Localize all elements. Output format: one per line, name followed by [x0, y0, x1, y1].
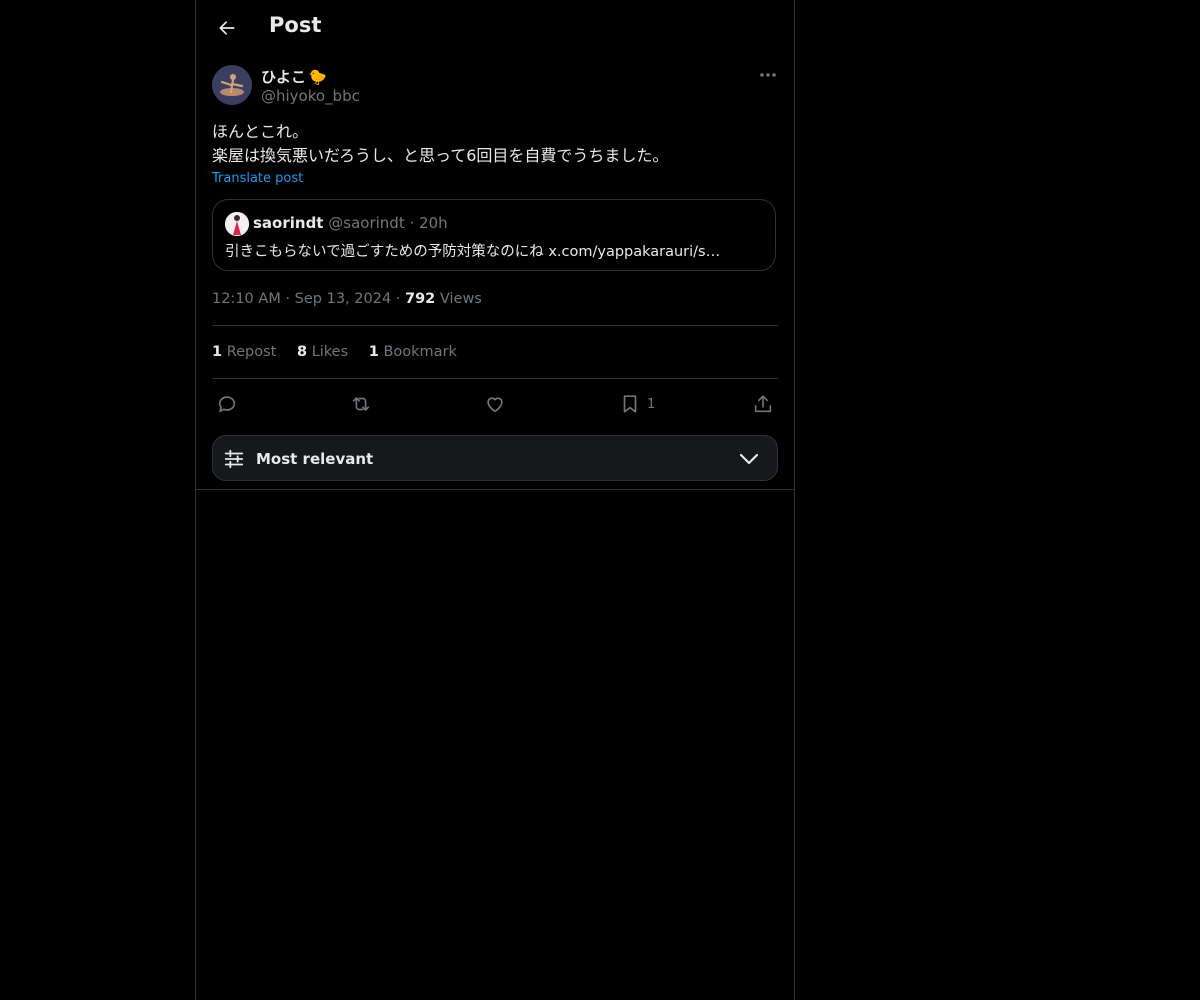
quote-avatar — [225, 212, 249, 236]
chevron-down-icon — [739, 453, 759, 465]
reposts-label: Repost — [226, 344, 277, 360]
bookmark-icon — [623, 395, 637, 413]
arrow-left-icon — [219, 21, 235, 35]
page-title: Post — [269, 13, 322, 37]
bookmark-count: 1 — [647, 396, 656, 412]
reply-sort-dropdown[interactable]: Most relevant — [212, 435, 778, 481]
post-text: ほんとこれ。 楽屋は換気悪いだろうし、と思って6回目を自費でうちました。 — [212, 120, 772, 168]
likes-stat[interactable]: 8 Likes — [297, 344, 348, 360]
quoted-post[interactable]: saorindt @saorindt · 20h 引きこもらないで過ごすための予… — [212, 199, 776, 271]
repost-button[interactable] — [350, 391, 372, 417]
reposts-count: 1 — [212, 344, 223, 360]
sort-label: Most relevant — [256, 450, 374, 468]
divider — [212, 378, 778, 379]
divider — [212, 325, 778, 326]
likes-label: Likes — [311, 344, 349, 360]
reposts-stat[interactable]: 1 Repost — [212, 344, 276, 360]
more-horizontal-icon — [760, 73, 776, 77]
engagement-stats: 1 Repost 8 Likes 1 Bookmark — [212, 344, 473, 360]
bookmarks-stat[interactable]: 1 Bookmark — [369, 344, 457, 360]
avatar-image — [212, 65, 252, 105]
quote-avatar-image — [225, 212, 249, 236]
heart-icon — [487, 397, 503, 413]
quote-text: 引きこもらないで過ごすための予防対策なのにね x.com/yappakaraur… — [225, 244, 721, 260]
author-name-text: ひよこ — [261, 68, 307, 86]
repost-icon — [352, 397, 370, 411]
post-column: Post ひよこ 🐤 @hiyoko_bbc ほんとこれ。 楽屋は換気悪いだろうし… — [195, 0, 795, 1000]
views-label: Views — [439, 291, 482, 307]
bookmarks-count: 1 — [368, 344, 379, 360]
meta-separator: · — [285, 291, 291, 307]
like-button[interactable] — [484, 391, 506, 417]
more-button[interactable] — [757, 64, 779, 86]
bookmarks-label: Bookmark — [383, 344, 457, 360]
divider — [196, 489, 794, 490]
reply-icon — [218, 396, 236, 413]
author-name[interactable]: ひよこ 🐤 — [261, 66, 327, 87]
post-meta: 12:10 AM · Sep 13, 2024 · 792 Views — [212, 291, 482, 307]
quote-header: saorindt @saorindt · 20h — [253, 214, 448, 232]
author-handle[interactable]: @hiyoko_bbc — [261, 87, 360, 105]
avatar[interactable] — [212, 65, 252, 105]
bookmark-button[interactable]: 1 — [619, 391, 655, 417]
quote-age: 20h — [419, 214, 448, 232]
header-bar: Post — [196, 0, 794, 53]
post-date[interactable]: Sep 13, 2024 — [295, 291, 392, 307]
sliders-icon — [224, 449, 244, 469]
quote-author-handle: @saorindt — [328, 214, 405, 232]
back-button[interactable] — [210, 11, 244, 45]
translate-post-link[interactable]: Translate post — [212, 171, 303, 186]
share-icon — [754, 395, 772, 413]
views-count: 792 — [405, 291, 436, 307]
share-button[interactable] — [752, 391, 774, 417]
likes-count: 8 — [296, 344, 308, 360]
post-text-line: ほんとこれ。 — [212, 122, 309, 141]
post-text-line: 楽屋は換気悪いだろうし、と思って6回目を自費でうちました。 — [212, 146, 669, 165]
chick-emoji: 🐤 — [308, 68, 327, 86]
post-time[interactable]: 12:10 AM — [212, 291, 281, 307]
reply-button[interactable] — [216, 391, 238, 417]
quote-separator: · — [409, 214, 415, 232]
quote-author-name: saorindt — [253, 214, 324, 232]
meta-separator: · — [395, 291, 401, 307]
